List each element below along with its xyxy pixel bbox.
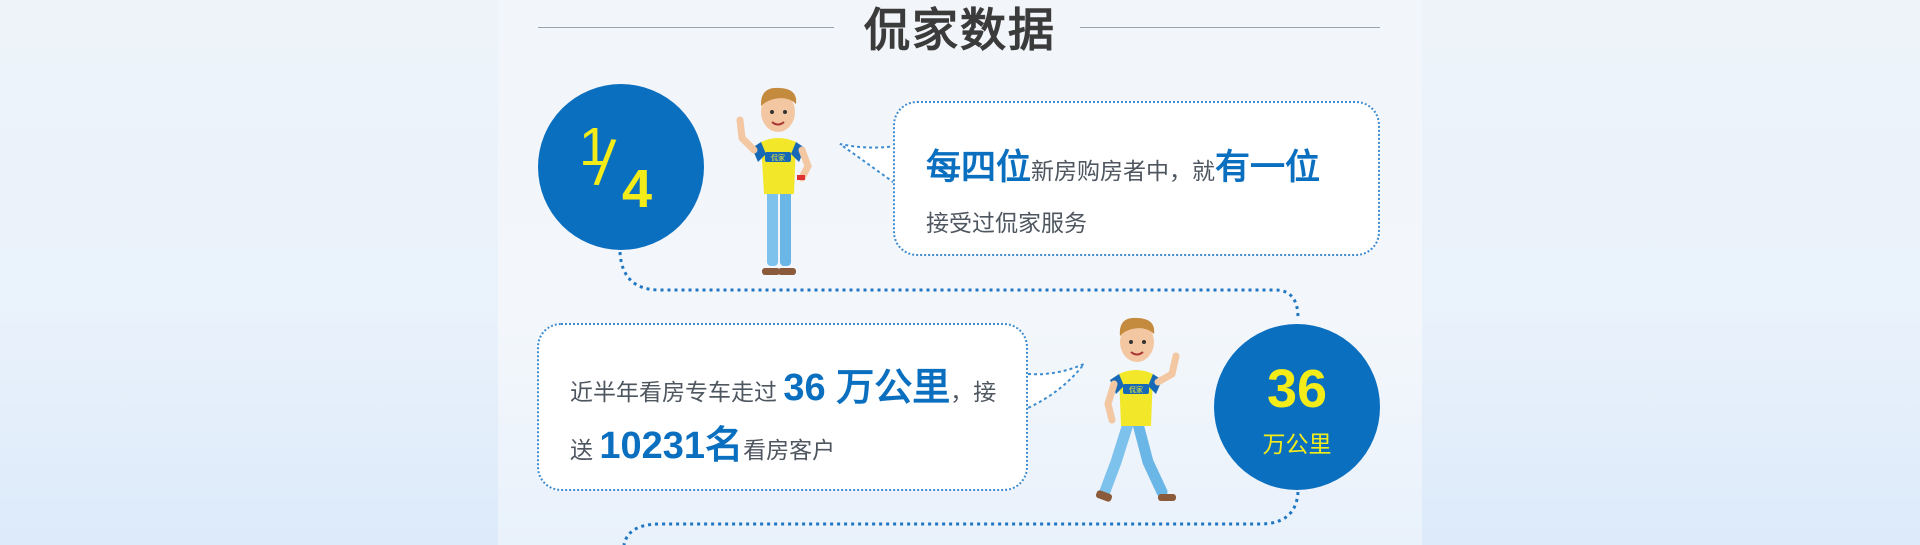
highlight-customers: 10231名 — [599, 425, 744, 467]
speech-tail-1 — [839, 143, 897, 185]
mascot-pointing-icon: 侃家 — [736, 87, 812, 275]
circle-distance-unit: 万公里 — [1262, 431, 1332, 457]
highlight-one: 有一位 — [1215, 148, 1321, 187]
bubble1-text-middle: 新房购房者中，就 — [1031, 158, 1216, 184]
mascot-walking-icon: 侃家 — [1095, 317, 1180, 502]
bubble2-line2-start: 送 — [570, 437, 593, 463]
highlight-distance: 36 万公里 — [783, 367, 951, 409]
bubble1-text-line2: 接受过侃家服务 — [926, 210, 1087, 236]
stat-circle-distance: 36 万公里 — [1214, 324, 1380, 490]
stat-bubble-2: 近半年看房专车走过 36 万公里，接 送 10231名看房客户 — [537, 323, 1028, 491]
stat-bubble-1: 每四位新房购房者中，就有一位 接受过侃家服务 — [893, 101, 1380, 256]
bubble2-text-after: ，接 — [950, 379, 997, 405]
bubble2-text-end: 看房客户 — [743, 437, 836, 463]
fraction-denominator: 4 — [622, 159, 653, 219]
mascot-shirt-logo: 侃家 — [771, 153, 785, 162]
speech-tail-2 — [1027, 363, 1085, 409]
mascot-shirt-logo-2: 侃家 — [1129, 385, 1143, 394]
bubble2-text-start: 近半年看房专车走过 — [570, 379, 777, 405]
circle-distance-value: 36 — [1266, 359, 1328, 419]
stat-circle-fraction: 1 / 4 — [538, 84, 704, 250]
highlight-every-four: 每四位 — [926, 148, 1032, 187]
